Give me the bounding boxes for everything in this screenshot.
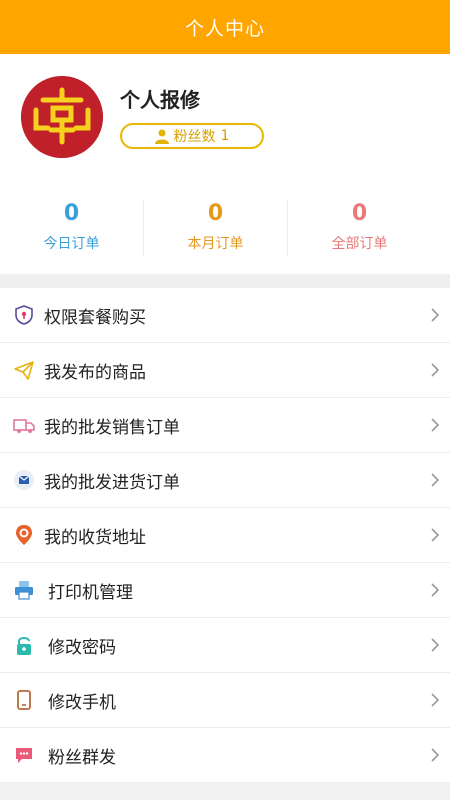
menu-item-printer-management[interactable]: 打印机管理 (0, 563, 450, 618)
chevron-right-icon (431, 583, 440, 597)
shield-icon (12, 303, 36, 327)
menu-item-label: 权限套餐购买 (44, 307, 146, 328)
top-bar: 个人中心 (0, 0, 450, 54)
menu-item-change-password[interactable]: 修改密码 (0, 618, 450, 673)
stat-value: 0 (351, 201, 368, 226)
stat-label: 今日订单 (43, 236, 100, 252)
menu-item-label: 我发布的商品 (44, 362, 146, 383)
stat-value: 0 (63, 201, 80, 226)
menu-item-label: 打印机管理 (48, 582, 133, 603)
printer-icon (12, 578, 36, 602)
stat-label: 全部订单 (331, 236, 388, 252)
logo-icon (21, 76, 103, 158)
menu-item-change-phone[interactable]: 修改手机 (0, 673, 450, 728)
lock-icon (12, 633, 36, 657)
avatar[interactable] (21, 76, 103, 158)
user-icon (154, 129, 169, 144)
chevron-right-icon (431, 308, 440, 322)
menu-item-fans-broadcast[interactable]: 粉丝群发 (0, 728, 450, 783)
menu-item-shipping-address[interactable]: 我的收货地址 (0, 508, 450, 563)
chevron-right-icon (431, 748, 440, 762)
fans-count: 1 (220, 128, 230, 144)
location-pin-icon (12, 523, 36, 547)
menu-item-wholesale-sales-orders[interactable]: 我的批发销售订单 (0, 398, 450, 453)
truck-icon (12, 413, 36, 437)
profile-section: 个人报修 粉丝数 1 (0, 54, 450, 180)
chevron-right-icon (431, 418, 440, 432)
phone-icon (12, 688, 36, 712)
chevron-right-icon (431, 693, 440, 707)
paper-plane-icon (12, 358, 36, 382)
menu-item-package-purchase[interactable]: 权限套餐购买 (0, 288, 450, 343)
menu-item-label: 我的批发销售订单 (44, 417, 180, 438)
menu-item-label: 修改密码 (48, 637, 116, 658)
menu-item-label: 修改手机 (48, 692, 116, 713)
menu-item-label: 粉丝群发 (48, 747, 116, 768)
stat-month-orders[interactable]: 0 本月订单 (144, 199, 287, 255)
fans-label: 粉丝数 (173, 129, 216, 145)
chevron-right-icon (431, 528, 440, 542)
page-title: 个人中心 (184, 17, 265, 40)
order-stats: 0 今日订单 0 本月订单 0 全部订单 (0, 180, 450, 274)
chevron-right-icon (431, 473, 440, 487)
section-gap (0, 274, 450, 288)
menu-item-my-products[interactable]: 我发布的商品 (0, 343, 450, 398)
chevron-right-icon (431, 638, 440, 652)
menu-item-label: 我的收货地址 (44, 527, 146, 548)
chevron-right-icon (431, 363, 440, 377)
stat-label: 本月订单 (187, 236, 244, 252)
menu-list: 权限套餐购买 我发布的商品 我的批发销售订单 我的批发进货订单 我的收货地址 打… (0, 288, 450, 783)
profile-name: 个人报修 (120, 88, 200, 112)
stat-all-orders[interactable]: 0 全部订单 (288, 199, 431, 255)
stat-value: 0 (207, 201, 224, 226)
stat-today-orders[interactable]: 0 今日订单 (0, 199, 143, 255)
menu-item-label: 我的批发进货订单 (44, 472, 180, 493)
chat-bubble-icon (12, 743, 36, 767)
envelope-icon (12, 468, 36, 492)
fans-badge[interactable]: 粉丝数 1 (120, 123, 264, 149)
menu-item-wholesale-purchase-orders[interactable]: 我的批发进货订单 (0, 453, 450, 508)
